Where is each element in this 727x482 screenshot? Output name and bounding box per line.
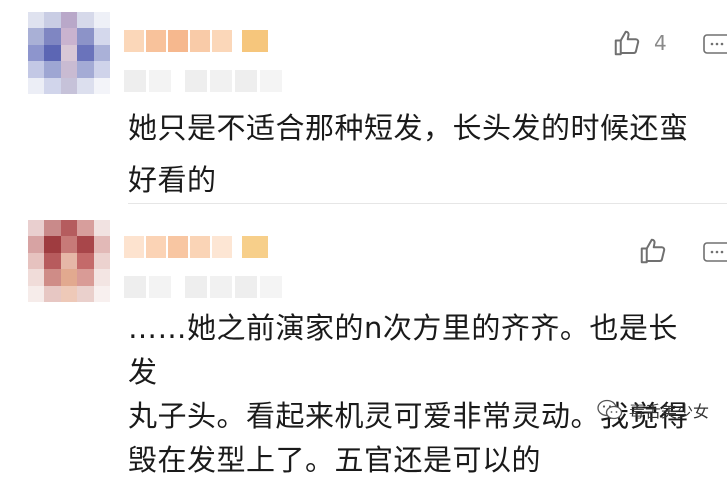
like-button[interactable] <box>638 236 680 266</box>
timestamp-blurred <box>124 70 282 92</box>
timestamp-blurred <box>124 276 282 298</box>
comment-text-line: ……她之前演家的n次方里的齐齐。也是长发 <box>128 311 678 389</box>
wechat-watermark: 毒舌美少女 <box>597 398 709 422</box>
comment-text: 她只是不适合那种短发，长头发的时候还蛮 好看的 <box>128 102 705 206</box>
comment-text-line: 毁在发型上了。五官还是可以的 <box>128 443 542 477</box>
nickname-blurred[interactable] <box>124 236 268 258</box>
thumbs-up-icon <box>640 238 666 264</box>
avatar[interactable] <box>28 12 110 94</box>
comment-text-line: 好看的 <box>128 163 217 197</box>
avatar[interactable] <box>28 220 110 302</box>
watermark-label: 毒舌美少女 <box>628 402 709 421</box>
comment-text: ……她之前演家的n次方里的齐齐。也是长发 丸子头。看起来机灵可爱非常灵动。我觉得… <box>128 306 705 482</box>
like-count: 4 <box>654 31 667 55</box>
thumbs-up-icon <box>614 30 640 56</box>
nickname-blurred[interactable] <box>124 30 268 52</box>
comment-text-line: 她只是不适合那种短发，长头发的时候还蛮 <box>128 111 689 145</box>
reply-icon[interactable] <box>702 32 727 60</box>
wechat-logo-icon <box>597 399 623 420</box>
comment-item: 4 她只是不适合那种短发，长头发的时候还蛮 好看的 <box>0 0 727 204</box>
reply-icon[interactable] <box>702 240 727 268</box>
divider <box>128 203 727 204</box>
like-button[interactable]: 4 <box>612 28 667 58</box>
